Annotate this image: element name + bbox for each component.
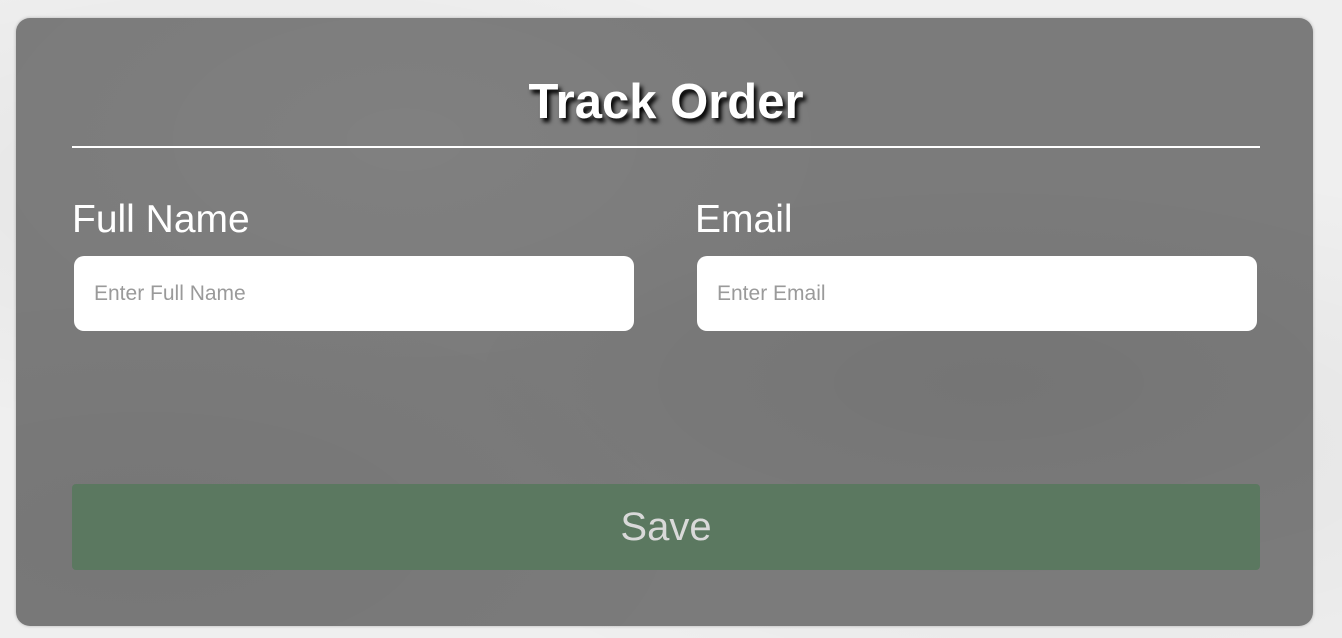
email-input[interactable] — [697, 256, 1257, 331]
email-field: Email — [695, 196, 1257, 331]
full-name-field: Full Name — [72, 196, 634, 331]
save-button[interactable]: Save — [72, 484, 1260, 570]
title-divider — [72, 146, 1260, 148]
full-name-label: Full Name — [72, 198, 250, 241]
page-title: Track Order — [528, 75, 804, 129]
email-label: Email — [695, 198, 793, 241]
full-name-input[interactable] — [74, 256, 634, 331]
track-order-panel: Track Order Full Name Email Save — [16, 18, 1313, 626]
